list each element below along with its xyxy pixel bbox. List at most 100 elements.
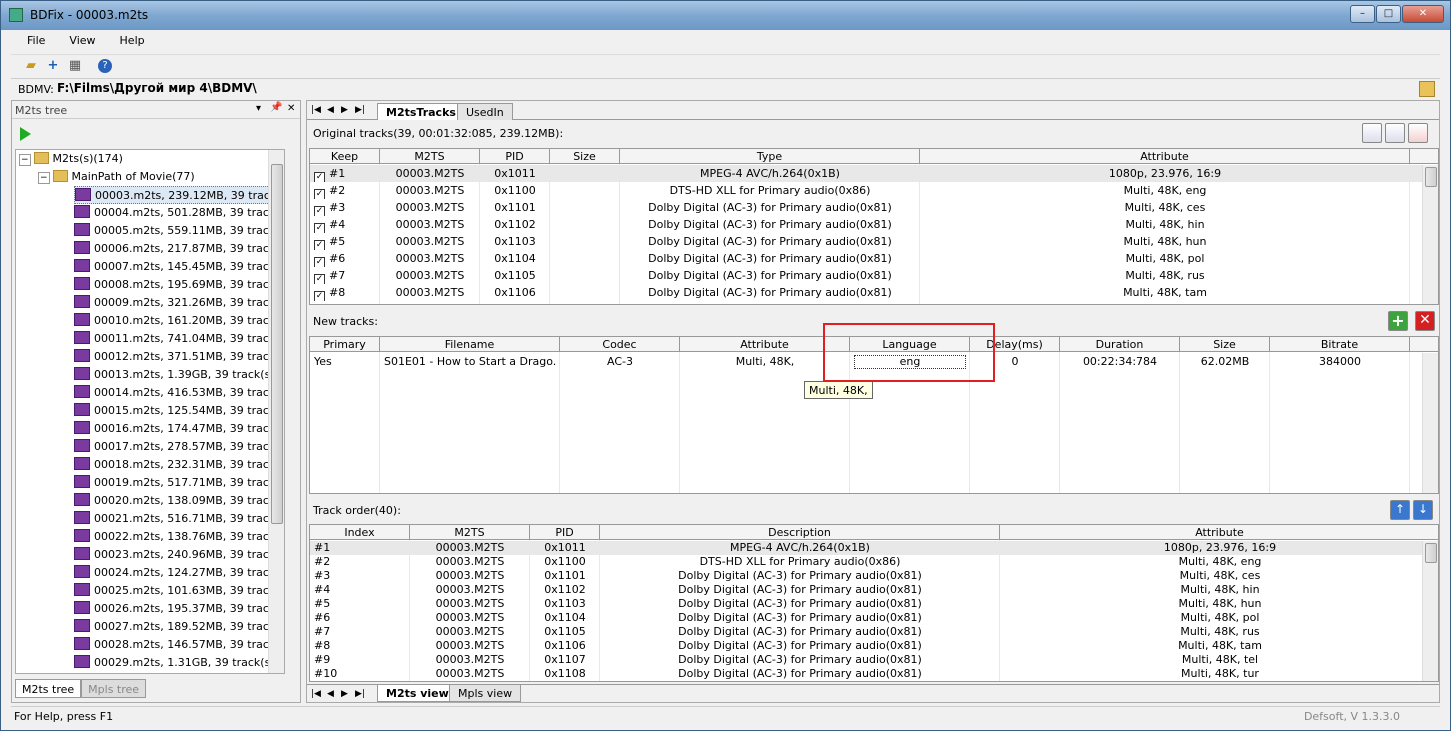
close-button[interactable]: ✕ [1402, 5, 1444, 23]
grid-cell[interactable]: Dolby Digital (AC-3) for Primary audio(0… [624, 199, 916, 216]
grid-cell[interactable]: Multi, 48K, ces [924, 199, 1406, 216]
column-header[interactable]: Bitrate [1270, 337, 1410, 352]
column-header[interactable]: Attribute [920, 149, 1410, 164]
tab-mpls-tree[interactable]: Mpls tree [81, 679, 147, 698]
pin-icon[interactable]: 📌 [270, 102, 282, 113]
tab-m2ts-tree[interactable]: M2ts tree [15, 679, 82, 698]
grid-cell[interactable]: 00003.M2TS [384, 267, 476, 284]
tree-item[interactable]: 00004.m2ts, 501.28MB, 39 track(s) [74, 204, 284, 222]
grid-cell[interactable]: 0x1105 [484, 267, 546, 284]
grid-cell[interactable]: 0x1108 [534, 667, 596, 681]
remove-track-icon[interactable]: ✕ [1415, 311, 1435, 331]
grid-cell[interactable]: 00003.M2TS [384, 216, 476, 233]
tab-usedin[interactable]: UsedIn [457, 103, 513, 120]
grid-cell[interactable]: DTS-HD XLL for Primary audio(0x86) [624, 182, 916, 199]
dropdown-icon[interactable]: ▾ [256, 103, 261, 114]
list-icon[interactable] [1408, 123, 1428, 143]
column-header[interactable]: Duration [1060, 337, 1180, 352]
grid-cell[interactable]: 00003.M2TS [384, 165, 476, 182]
last-view-icon[interactable]: ▶| [355, 689, 365, 699]
grid-cell[interactable]: 00003.M2TS [414, 597, 526, 611]
keep-checkbox[interactable]: ✓ [314, 257, 325, 267]
column-header[interactable]: Type [620, 149, 920, 164]
browse-folder-icon[interactable] [1419, 81, 1435, 97]
grid-cell[interactable]: Multi, 48K, tam [924, 284, 1406, 301]
next-tab-icon[interactable]: ▶ [341, 105, 348, 115]
grid-cell[interactable]: 0x1011 [534, 541, 596, 555]
grid-cell[interactable]: 00003.M2TS [384, 250, 476, 267]
film-icon[interactable]: ▦ [67, 58, 83, 74]
grid-cell[interactable]: 00003.M2TS [414, 569, 526, 583]
tree-item[interactable]: 00023.m2ts, 240.96MB, 39 track(s) [74, 546, 284, 564]
minimize-button[interactable]: – [1350, 5, 1375, 23]
help-icon[interactable]: ? [98, 59, 112, 73]
tree-item[interactable]: 00020.m2ts, 138.09MB, 39 track(s) [74, 492, 284, 510]
grid-cell[interactable]: 0x1102 [484, 216, 546, 233]
grid-cell[interactable]: ✓ #2 [314, 182, 376, 199]
grid-cell[interactable]: 384000 [1274, 353, 1406, 370]
grid-cell[interactable]: 00003.M2TS [414, 541, 526, 555]
tree-item[interactable]: 00015.m2ts, 125.54MB, 39 track(s) [74, 402, 284, 420]
tree-item[interactable]: 00013.m2ts, 1.39GB, 39 track(s) [74, 366, 275, 384]
tree-item[interactable]: 00003.m2ts, 239.12MB, 39 track(s) [74, 186, 284, 204]
maximize-button[interactable]: □ [1376, 5, 1401, 23]
grid-cell[interactable]: Dolby Digital (AC-3) for Primary audio(0… [604, 583, 996, 597]
grid-cell[interactable] [554, 267, 616, 284]
next-view-icon[interactable]: ▶ [341, 689, 348, 699]
grid-cell[interactable]: Dolby Digital (AC-3) for Primary audio(0… [604, 667, 996, 681]
grid-cell[interactable]: #1 [314, 541, 406, 555]
grid-cell[interactable]: ✓ #3 [314, 199, 376, 216]
tree-scroll-thumb[interactable] [271, 164, 283, 524]
grid-cell[interactable]: #4 [314, 583, 406, 597]
tree-root[interactable]: − M2ts(s)(174) [19, 150, 123, 168]
add-icon[interactable]: + [45, 58, 61, 74]
tree-item[interactable]: 00026.m2ts, 195.37MB, 39 track(s) [74, 600, 284, 618]
grid-cell[interactable] [554, 233, 616, 250]
tree-item[interactable]: 00008.m2ts, 195.69MB, 39 track(s) [74, 276, 284, 294]
tree-item[interactable]: 00012.m2ts, 371.51MB, 39 track(s) [74, 348, 284, 366]
column-header[interactable]: Size [1180, 337, 1270, 352]
grid-cell[interactable]: Dolby Digital (AC-3) for Primary audio(0… [624, 267, 916, 284]
grid-cell[interactable]: 0x1106 [484, 284, 546, 301]
keep-checkbox[interactable]: ✓ [314, 189, 325, 199]
grid-cell[interactable]: Multi, 48K, tam [1004, 639, 1436, 653]
column-header[interactable]: Size [550, 149, 620, 164]
tree-item[interactable]: 00010.m2ts, 161.20MB, 39 track(s) [74, 312, 284, 330]
tab-m2ts-view[interactable]: M2ts view [377, 685, 458, 702]
last-tab-icon[interactable]: ▶| [355, 105, 365, 115]
move-down-icon[interactable]: ↓ [1413, 500, 1433, 520]
grid-cell[interactable]: Multi, 48K, tel [1004, 653, 1436, 667]
grid-cell[interactable]: Multi, 48K, [684, 353, 846, 370]
column-header[interactable]: Description [600, 525, 1000, 540]
keep-checkbox[interactable]: ✓ [314, 274, 325, 284]
grid-cell[interactable]: Dolby Digital (AC-3) for Primary audio(0… [624, 284, 916, 301]
grid-cell[interactable]: 0x1106 [534, 639, 596, 653]
grid-cell[interactable]: ✓ #4 [314, 216, 376, 233]
grid-scroll-thumb[interactable] [1425, 543, 1437, 563]
grid-cell[interactable]: 00003.M2TS [414, 611, 526, 625]
tree-item[interactable]: 00014.m2ts, 416.53MB, 39 track(s) [74, 384, 284, 402]
tree-item[interactable]: 00025.m2ts, 101.63MB, 39 track(s) [74, 582, 284, 600]
grid-scrollbar[interactable] [1422, 165, 1438, 304]
grid-cell[interactable]: 0x1101 [534, 569, 596, 583]
keep-checkbox[interactable]: ✓ [314, 240, 325, 250]
grid-cell[interactable]: 00003.M2TS [414, 583, 526, 597]
column-header[interactable]: Codec [560, 337, 680, 352]
grid-scrollbar[interactable] [1422, 353, 1438, 493]
tree-item[interactable]: 00016.m2ts, 174.47MB, 39 track(s) [74, 420, 284, 438]
grid-cell[interactable]: 0x1103 [484, 233, 546, 250]
grid-cell[interactable]: 00003.M2TS [414, 625, 526, 639]
menu-view[interactable]: View [53, 31, 103, 47]
open-folder-icon[interactable]: ▰ [23, 58, 39, 74]
grid-cell[interactable] [554, 199, 616, 216]
grid-cell[interactable] [554, 284, 616, 301]
grid-cell[interactable]: Dolby Digital (AC-3) for Primary audio(0… [604, 653, 996, 667]
grid-cell[interactable]: 0x1100 [484, 182, 546, 199]
grid-cell[interactable]: 00003.M2TS [414, 639, 526, 653]
check-all-icon[interactable] [1362, 123, 1382, 143]
grid-cell[interactable]: 0x1011 [484, 165, 546, 182]
grid-cell[interactable]: Dolby Digital (AC-3) for Primary audio(0… [604, 611, 996, 625]
first-view-icon[interactable]: |◀ [311, 689, 321, 699]
grid-cell[interactable]: 0x1102 [534, 583, 596, 597]
grid-cell[interactable]: DTS-HD XLL for Primary audio(0x86) [604, 555, 996, 569]
